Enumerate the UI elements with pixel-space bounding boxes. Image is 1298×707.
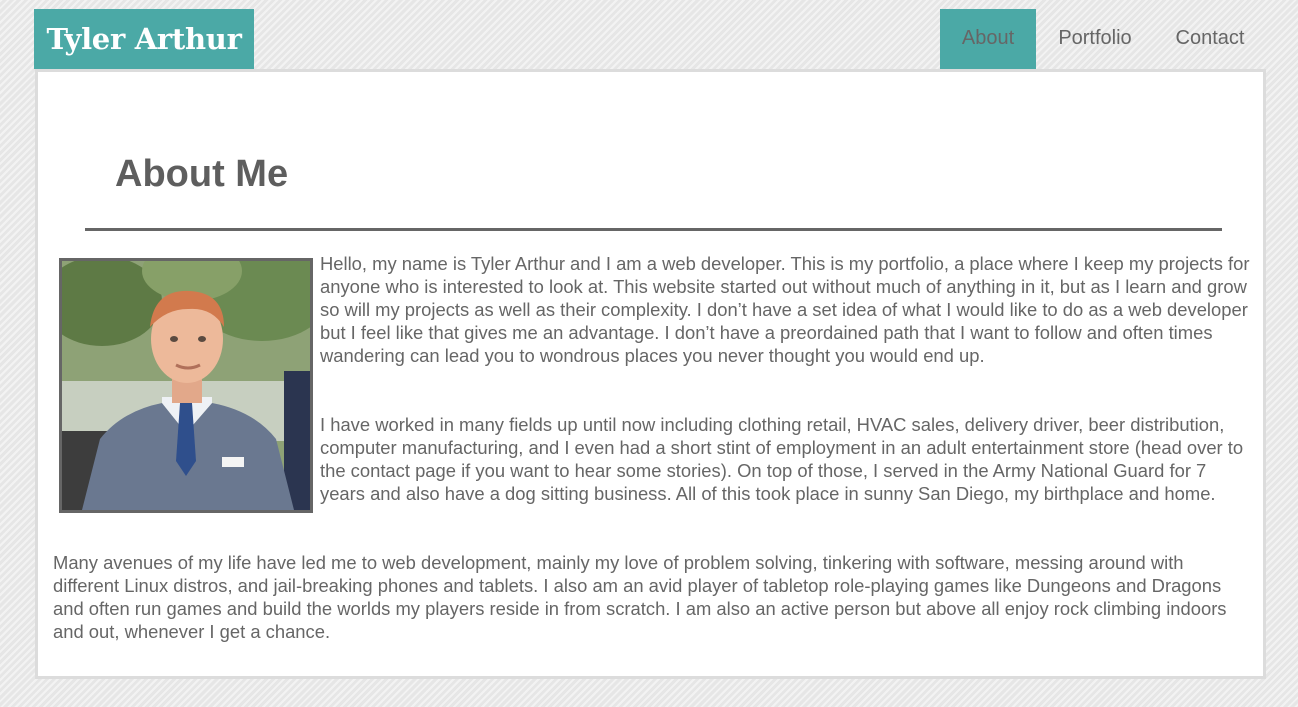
nav-about[interactable]: About <box>940 9 1036 69</box>
about-paragraph-2: I have worked in many fields up until no… <box>320 414 1244 504</box>
title-divider <box>85 228 1222 231</box>
about-paragraph-1: Hello, my name is Tyler Arthur and I am … <box>320 253 1250 366</box>
nav-contact[interactable]: Contact <box>1155 9 1265 69</box>
page-title: About Me <box>115 153 289 195</box>
about-paragraph-3: Many avenues of my life have led me to w… <box>53 552 1227 642</box>
about-panel: About Me Hello, my name is Tyler Arthur … <box>35 69 1266 679</box>
profile-photo <box>59 258 313 513</box>
site-logo[interactable]: Tyler Arthur <box>34 9 254 69</box>
nav-portfolio[interactable]: Portfolio <box>1040 9 1150 69</box>
